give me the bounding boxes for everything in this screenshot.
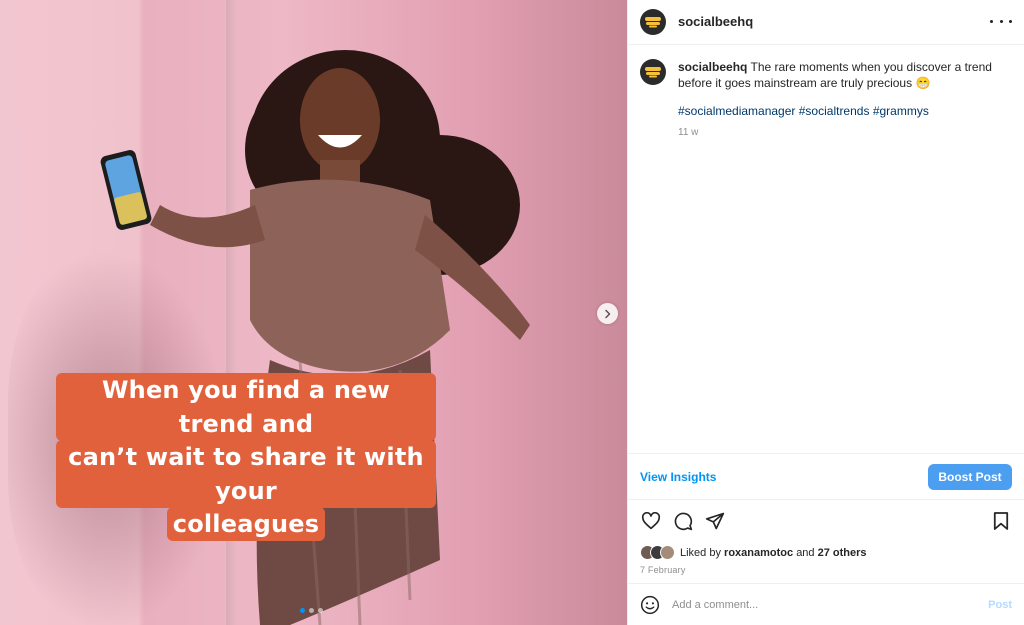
bee-logo-icon xyxy=(645,16,661,28)
send-icon xyxy=(705,512,725,530)
avatar[interactable] xyxy=(640,58,666,85)
save-button[interactable] xyxy=(990,510,1012,532)
liked-by-and: and xyxy=(796,546,815,559)
carousel-indicator xyxy=(300,608,323,613)
post-header: socialbeehq xyxy=(628,0,1024,45)
more-options-button[interactable] xyxy=(990,14,1012,30)
add-comment-bar: Post xyxy=(628,583,1024,625)
hashtag-list: #socialmediamanager #socialtrends #gramm… xyxy=(678,103,998,119)
view-insights-link[interactable]: View Insights xyxy=(640,470,716,484)
text-overlay: When you find a new trend and can’t wait… xyxy=(56,373,436,541)
post-comment-button[interactable]: Post xyxy=(988,599,1012,611)
caption-body: socialbeehq The rare moments when you di… xyxy=(678,59,998,141)
more-dot-icon xyxy=(1009,20,1012,24)
boost-post-button[interactable]: Boost Post xyxy=(928,463,1012,490)
emoji-icon[interactable] xyxy=(640,595,660,615)
caption-age: 11 w xyxy=(678,126,699,138)
action-icons xyxy=(640,509,1012,533)
carousel-dot xyxy=(300,608,305,613)
caption-comment: socialbeehq The rare moments when you di… xyxy=(640,58,1012,141)
hashtag-link[interactable]: #socialtrends xyxy=(799,104,870,118)
overlay-line-3: colleagues xyxy=(166,507,326,541)
comment-button[interactable] xyxy=(672,510,694,532)
liked-by-others[interactable]: 27 others xyxy=(818,547,867,559)
avatar xyxy=(660,545,675,561)
instagram-post: When you find a new trend and can’t wait… xyxy=(0,0,1024,625)
avatar[interactable] xyxy=(640,8,666,35)
carousel-dot xyxy=(318,608,323,613)
bee-logo-icon xyxy=(645,66,661,78)
chevron-right-icon xyxy=(604,309,610,318)
liker-avatars[interactable] xyxy=(640,545,675,561)
carousel-dot xyxy=(309,608,314,613)
post-side-panel: socialbeehq socialbeehq The rare moments… xyxy=(627,0,1024,625)
bookmark-icon xyxy=(993,512,1009,531)
comment-input[interactable] xyxy=(672,598,989,611)
header-username[interactable]: socialbeehq xyxy=(678,14,753,29)
share-button[interactable] xyxy=(704,510,726,532)
hashtag-link[interactable]: #socialmediamanager xyxy=(678,104,795,118)
more-dot-icon xyxy=(990,20,993,24)
liked-by-user[interactable]: roxanamotoc xyxy=(724,547,793,559)
like-button[interactable] xyxy=(640,510,662,532)
comment-icon xyxy=(674,512,693,531)
insights-bar: View Insights Boost Post xyxy=(628,453,1024,499)
post-media[interactable]: When you find a new trend and can’t wait… xyxy=(0,0,627,625)
likes-summary: Liked by roxanamotoc and 27 others xyxy=(640,545,1012,561)
comments-area: socialbeehq The rare moments when you di… xyxy=(628,45,1024,453)
more-dot-icon xyxy=(999,20,1003,24)
overlay-line-1: When you find a new trend and xyxy=(56,373,436,441)
hashtag-link[interactable]: #grammys xyxy=(873,104,929,118)
action-section: Liked by roxanamotoc and 27 others 7 Feb… xyxy=(628,499,1024,583)
post-date: 7 February xyxy=(640,565,686,576)
caption-username[interactable]: socialbeehq xyxy=(678,60,747,74)
overlay-line-2: can’t wait to share it with your xyxy=(56,440,436,508)
heart-icon xyxy=(641,512,661,530)
carousel-next-button[interactable] xyxy=(597,303,618,324)
liked-by-prefix: Liked by xyxy=(680,546,721,559)
